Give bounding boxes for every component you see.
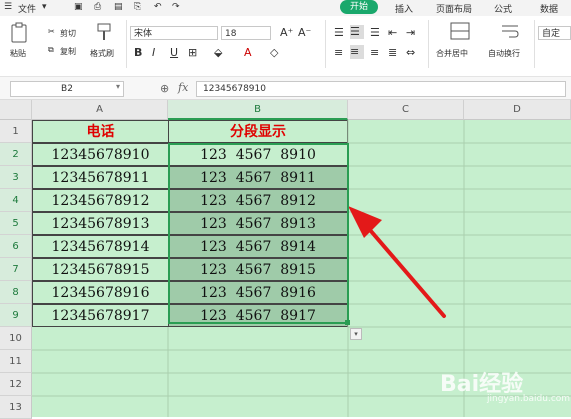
column-header-a[interactable]: A <box>32 100 168 120</box>
copy-label[interactable]: 复制 <box>60 46 76 57</box>
format-painter-label: 格式刷 <box>90 49 114 58</box>
name-box[interactable]: B2 <box>10 81 124 97</box>
cut-icon[interactable]: ✂ <box>48 27 55 36</box>
red-arrow-icon <box>348 206 446 318</box>
paste-icon <box>11 22 27 43</box>
file-menu[interactable]: 文件 <box>18 2 36 15</box>
dropdown-icon[interactable]: ▾ <box>42 2 47 12</box>
wrap-text-icon <box>502 25 519 38</box>
border-icon[interactable]: ⊞ <box>188 46 197 59</box>
name-box-dropdown-icon[interactable]: ▾ <box>116 82 120 91</box>
font-size-select[interactable]: 18 <box>221 26 271 40</box>
row-header[interactable]: 2 <box>0 143 32 166</box>
format-painter-icon <box>97 23 111 40</box>
zoom-icon[interactable]: ⊕ <box>160 82 169 95</box>
decrease-font-icon[interactable]: A⁻ <box>298 26 311 39</box>
autofill-options-button[interactable]: ▾ <box>350 328 362 340</box>
row-header[interactable]: 1 <box>0 120 32 143</box>
divider <box>126 20 127 68</box>
row-header[interactable]: 6 <box>0 235 32 258</box>
font-name-select[interactable]: 宋体 <box>130 26 218 40</box>
increase-font-icon[interactable]: A⁺ <box>280 26 293 39</box>
row-header[interactable]: 12 <box>0 373 32 396</box>
row-header[interactable]: 10 <box>0 327 32 350</box>
align-middle-icon[interactable]: ☰ <box>350 25 364 39</box>
column-header-c[interactable]: C <box>348 100 464 120</box>
preview-icon[interactable]: ▤ <box>114 2 123 12</box>
row-header[interactable]: 13 <box>0 396 32 419</box>
column-header-b[interactable]: B <box>168 100 348 120</box>
redo-icon[interactable]: ↷ <box>172 2 180 12</box>
tab-formula[interactable]: 公式 <box>494 2 512 15</box>
paste-button[interactable]: 粘贴 <box>10 22 32 70</box>
spreadsheet-grid[interactable]: A B C D 1 2 3 4 5 6 7 8 9 10 11 12 13 电话… <box>0 100 571 419</box>
bold-icon[interactable]: B <box>134 46 142 59</box>
merge-label: 合并居中 <box>436 49 468 58</box>
row-header[interactable]: 3 <box>0 166 32 189</box>
align-right-icon[interactable]: ≡ <box>370 46 379 59</box>
divider <box>325 20 326 68</box>
row-header[interactable]: 4 <box>0 189 32 212</box>
menu-icon[interactable]: ☰ <box>4 2 12 12</box>
undo-icon[interactable]: ↶ <box>154 2 162 12</box>
align-bottom-icon[interactable]: ☰ <box>370 26 380 39</box>
align-top-icon[interactable]: ☰ <box>334 26 344 39</box>
divider <box>534 20 535 68</box>
cut-label[interactable]: 剪切 <box>60 28 76 39</box>
clear-format-icon[interactable]: ◇ <box>270 46 278 59</box>
fill-handle[interactable] <box>345 320 350 325</box>
align-center-icon[interactable]: ≡ <box>350 45 364 59</box>
export-icon[interactable]: ⎘ <box>134 2 141 12</box>
merge-icon <box>450 22 470 40</box>
format-painter-button[interactable]: 格式刷 <box>90 22 120 70</box>
select-all-corner[interactable] <box>0 100 32 120</box>
indent-increase-icon[interactable]: ⇥ <box>406 26 415 39</box>
distribute-icon[interactable]: ⇔ <box>406 46 415 59</box>
number-format-select[interactable]: 自定 <box>538 26 571 40</box>
tab-data[interactable]: 数据 <box>540 2 558 15</box>
formula-input[interactable]: 12345678910 <box>196 81 566 97</box>
tab-insert[interactable]: 插入 <box>395 2 413 15</box>
align-left-icon[interactable]: ≡ <box>334 46 343 59</box>
row-header[interactable]: 11 <box>0 350 32 373</box>
italic-icon[interactable]: I <box>152 46 155 59</box>
row-header[interactable]: 5 <box>0 212 32 235</box>
menu-bar: ☰ 文件 ▾ ▣ ⎙ ▤ ⎘ ↶ ↷ 开始 插入 页面布局 公式 数据 <box>0 0 571 16</box>
tab-home[interactable]: 开始 <box>340 0 378 14</box>
column-header-d[interactable]: D <box>464 100 571 120</box>
wrap-text-button[interactable]: 自动换行 <box>488 22 532 70</box>
merge-center-button[interactable]: 合并居中 <box>436 22 484 70</box>
print-icon[interactable]: ⎙ <box>94 2 101 12</box>
paste-label: 粘贴 <box>10 49 26 58</box>
fx-icon[interactable]: fx <box>178 81 188 94</box>
wrap-text-label: 自动换行 <box>488 49 520 58</box>
watermark-url: jingyan.baidu.com <box>487 394 571 404</box>
copy-icon[interactable]: ⧉ <box>48 45 54 55</box>
save-icon[interactable]: ▣ <box>74 2 83 12</box>
tab-page-layout[interactable]: 页面布局 <box>436 2 472 15</box>
divider <box>428 20 429 68</box>
indent-decrease-icon[interactable]: ⇤ <box>388 26 397 39</box>
font-color-icon[interactable]: A <box>244 46 252 59</box>
ribbon: ☰ 文件 ▾ ▣ ⎙ ▤ ⎘ ↶ ↷ 开始 插入 页面布局 公式 数据 粘贴 ✂… <box>0 0 571 76</box>
formula-bar: B2 ▾ ⊕ fx 12345678910 <box>0 76 571 100</box>
justify-icon[interactable]: ≣ <box>388 46 397 59</box>
row-header[interactable]: 7 <box>0 258 32 281</box>
fill-color-icon[interactable]: ⬙ <box>214 46 222 59</box>
row-header[interactable]: 9 <box>0 304 32 327</box>
row-header[interactable]: 8 <box>0 281 32 304</box>
underline-icon[interactable]: U <box>170 46 178 59</box>
